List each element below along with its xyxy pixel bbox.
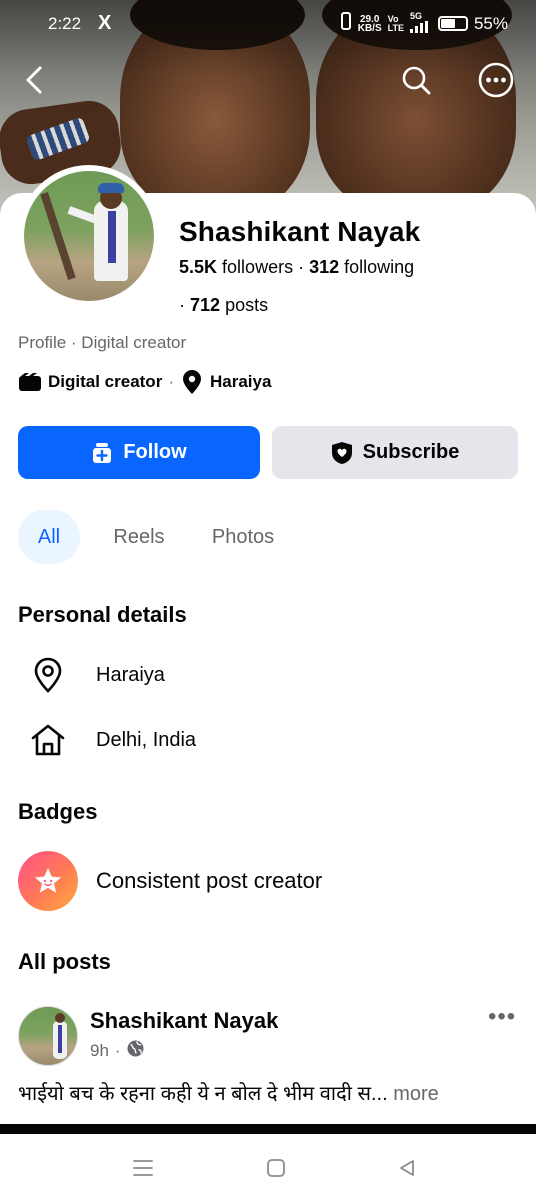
battery-percent: 55% xyxy=(473,13,508,33)
posts-count: 712 xyxy=(190,295,221,315)
clapperboard-icon xyxy=(18,370,42,394)
post-author-avatar[interactable] xyxy=(18,1006,78,1066)
chevron-left-icon xyxy=(26,66,42,94)
tab-photos[interactable]: Photos xyxy=(198,510,288,564)
search-button[interactable] xyxy=(396,60,436,100)
bottom-divider xyxy=(0,1124,536,1134)
post-meta: 9h · xyxy=(90,1040,144,1062)
follow-stats: 5.5K followers · 312 following xyxy=(179,257,414,278)
triangle-back-icon xyxy=(400,1160,414,1176)
avatar-cap xyxy=(98,183,124,193)
recent-apps-button[interactable] xyxy=(131,1156,155,1180)
globe-icon[interactable] xyxy=(127,1040,144,1062)
square-icon xyxy=(267,1159,285,1177)
profile-name: Shashikant Nayak xyxy=(179,216,421,247)
network-speed: 29.0 KB/S xyxy=(357,14,382,34)
shield-heart-icon xyxy=(331,441,352,464)
post-time[interactable]: 9h xyxy=(90,1041,109,1061)
speed-unit: KB/S xyxy=(357,22,382,34)
status-right: 29.0 KB/S Vo LTE 5G 55% xyxy=(340,12,508,35)
status-time: 2:22 xyxy=(48,14,82,33)
back-button[interactable] xyxy=(15,60,55,100)
profile-tabs: All Reels Photos xyxy=(18,510,288,564)
followers-link[interactable]: 5.5K followers xyxy=(179,257,293,277)
following-count: 312 xyxy=(309,257,340,277)
followers-count: 5.5K xyxy=(179,257,218,277)
posts-stat: · 712 posts xyxy=(179,295,268,316)
detail-current-city[interactable]: Haraiya xyxy=(28,655,165,695)
post-meta-separator: · xyxy=(114,1041,121,1060)
badges-heading: Badges xyxy=(18,799,98,824)
home-icon xyxy=(28,720,68,760)
location-pin-icon xyxy=(180,370,204,394)
detail-hometown[interactable]: Delhi, India xyxy=(28,720,196,760)
posts-label: posts xyxy=(225,295,269,315)
follow-label: Follow xyxy=(123,441,187,463)
search-icon xyxy=(402,66,431,95)
more-options-button[interactable] xyxy=(476,60,516,100)
avatar-photo xyxy=(24,171,154,301)
all-posts-heading: All posts xyxy=(18,949,111,974)
subscribe-label: Subscribe xyxy=(362,441,460,463)
star-badge-icon xyxy=(18,851,78,911)
chip-separator: · xyxy=(168,372,174,391)
avatar-scarf xyxy=(108,211,116,263)
subscribe-button[interactable]: Subscribe xyxy=(272,426,518,479)
post-avatar-head xyxy=(55,1013,65,1023)
badge-consistent-creator[interactable]: Consistent post creator xyxy=(18,851,322,911)
post-text[interactable]: भाईयो बच के रहना कही ये न बोल दे भीम वाद… xyxy=(18,1079,523,1106)
stats-separator: · xyxy=(298,257,310,277)
tab-all[interactable]: All xyxy=(18,510,80,564)
volte-bottom: LTE xyxy=(387,22,404,33)
volte-indicator: Vo LTE xyxy=(387,14,404,33)
followers-label: followers xyxy=(222,257,294,277)
post-author-name[interactable]: Shashikant Nayak xyxy=(90,1008,278,1034)
more-circle-icon xyxy=(478,62,514,98)
menu-lines-icon xyxy=(133,1160,153,1176)
chip-category: Digital creator xyxy=(48,372,163,391)
post-text-body: भाईयो बच के रहना कही ये न बोल दे भीम वाद… xyxy=(18,1083,388,1105)
back-nav-button[interactable] xyxy=(395,1156,419,1180)
posts-prefix: · xyxy=(179,295,185,315)
home-nav-button[interactable] xyxy=(264,1156,288,1180)
vibrate-icon xyxy=(340,12,352,35)
intro-chips: Digital creator · Haraiya xyxy=(18,370,271,394)
post-more-options-button[interactable]: ••• xyxy=(488,1003,516,1031)
location-pin-icon xyxy=(28,655,68,695)
detail-current-city-text: Haraiya xyxy=(96,663,165,686)
signal-label: 5G xyxy=(409,11,422,21)
post-avatar-scarf xyxy=(58,1025,62,1053)
status-bar: 2:22 X 29.0 KB/S Vo LTE 5G 55% xyxy=(0,10,536,38)
signal-indicator: 5G xyxy=(409,11,432,35)
detail-hometown-text: Delhi, India xyxy=(96,728,197,751)
badge-label: Consistent post creator xyxy=(96,868,323,893)
signal-bars-icon xyxy=(409,21,428,33)
x-app-icon: X xyxy=(98,12,112,34)
follow-add-icon xyxy=(93,442,112,463)
following-label: following xyxy=(344,257,415,277)
profile-avatar[interactable] xyxy=(18,165,160,307)
chip-location[interactable]: Haraiya xyxy=(210,372,271,392)
tab-reels[interactable]: Reels xyxy=(80,510,198,564)
post-see-more-link[interactable]: more xyxy=(393,1083,439,1105)
profile-category-line: Profile · Digital creator xyxy=(18,333,187,352)
following-link[interactable]: 312 following xyxy=(309,257,414,277)
battery-icon xyxy=(437,16,468,31)
follow-button[interactable]: Follow xyxy=(18,426,260,479)
personal-details-heading: Personal details xyxy=(18,602,187,627)
system-nav-bar xyxy=(0,1134,536,1200)
